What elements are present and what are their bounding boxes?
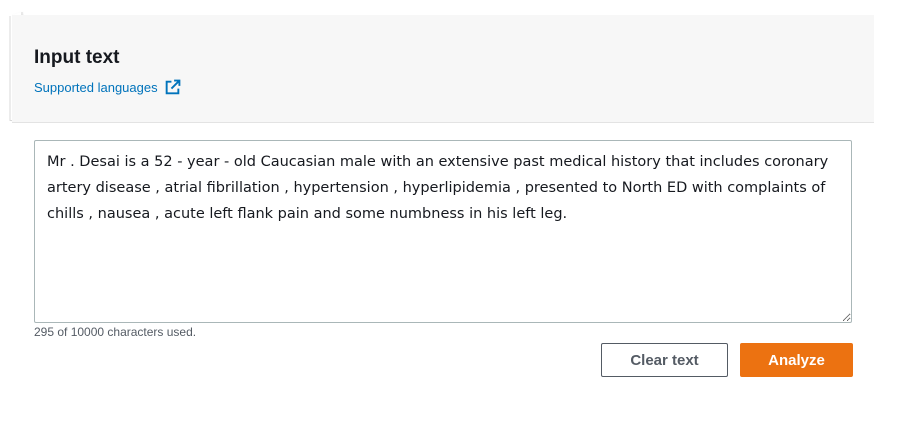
input-textarea[interactable]	[34, 140, 852, 323]
analyze-button[interactable]: Analyze	[740, 343, 853, 377]
supported-languages-link[interactable]: Supported languages	[34, 77, 181, 97]
external-link-icon	[164, 79, 181, 96]
clear-text-button[interactable]: Clear text	[601, 343, 728, 377]
panel-header: Input text Supported languages	[12, 15, 874, 123]
input-text-panel: Input text Supported languages 295 of 10…	[12, 15, 874, 413]
screenshot-page: Input text Supported languages 295 of 10…	[0, 0, 900, 440]
supported-languages-label: Supported languages	[34, 79, 158, 95]
panel-title: Input text	[34, 47, 120, 68]
character-count: 295 of 10000 characters used.	[34, 325, 197, 339]
